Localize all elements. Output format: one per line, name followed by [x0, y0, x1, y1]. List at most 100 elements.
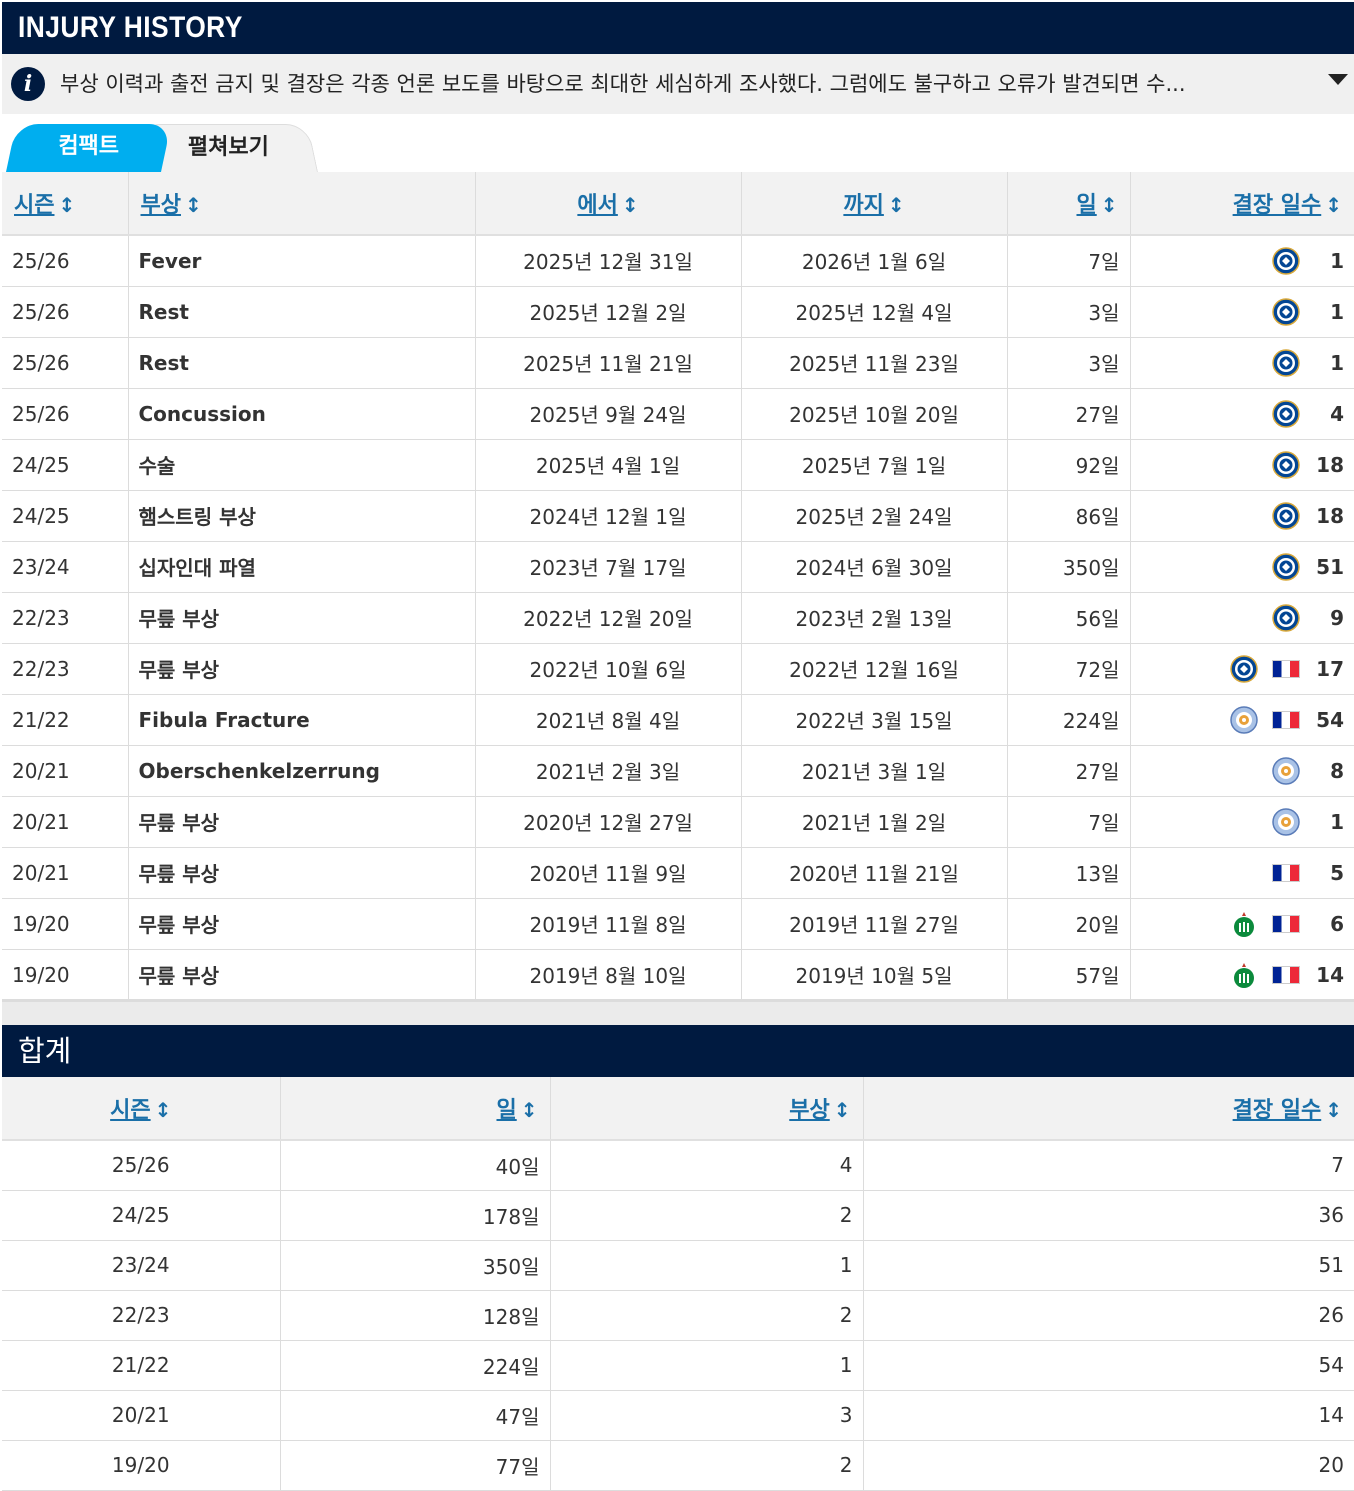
games-missed-cell: 7	[863, 1140, 1354, 1191]
chelsea-crest-icon[interactable]	[1272, 501, 1300, 530]
from-date-cell: 2025년 12월 31일	[475, 235, 742, 287]
france-flag-icon[interactable]	[1272, 710, 1300, 729]
season-cell: 21/22	[2, 1340, 281, 1391]
until-date-cell: 2020년 11월 21일	[741, 847, 1008, 899]
from-date-cell: 2020년 12월 27일	[475, 796, 742, 848]
chelsea-crest-icon[interactable]	[1272, 348, 1300, 377]
chelsea-crest-icon[interactable]	[1272, 450, 1300, 479]
summary-title: 합계	[18, 1034, 72, 1068]
sort-season-header[interactable]: 시즌 ↕	[2, 1077, 281, 1141]
injury-cell: 무릎 부상	[128, 592, 476, 644]
leicester-crest-icon[interactable]	[1272, 756, 1300, 785]
games-missed-cell: 1	[1130, 286, 1354, 338]
sort-injury-header[interactable]: 부상 ↕	[128, 172, 476, 236]
chelsea-crest-icon[interactable]	[1272, 399, 1300, 428]
info-text: 부상 이력과 출전 금지 및 결장은 각종 언론 보도를 바탕으로 최대한 세심…	[60, 72, 1186, 96]
games-missed-cell: 1	[1130, 235, 1354, 287]
games-missed-count: 1	[1330, 350, 1344, 375]
summary-row: 22/23 128일 2 26	[2, 1290, 1354, 1341]
until-date-cell: 2025년 10월 20일	[741, 388, 1008, 440]
days-cell: 27일	[1007, 745, 1131, 797]
sort-arrows-icon: ↕	[1100, 193, 1118, 217]
games-missed-cell: 17	[1130, 643, 1354, 695]
saint-etienne-crest-icon[interactable]	[1230, 910, 1258, 938]
sort-arrows-icon: ↕	[1325, 1098, 1342, 1122]
season-cell: 25/26	[2, 337, 129, 389]
france-flag-icon[interactable]	[1272, 965, 1300, 984]
table-row: 22/23 무릎 부상 2022년 10월 6일 2022년 12월 16일 72일 17	[2, 643, 1354, 695]
france-flag-icon[interactable]	[1272, 863, 1300, 882]
from-date-cell: 2025년 4월 1일	[475, 439, 742, 491]
games-missed-cell: 6	[1130, 898, 1354, 950]
days-cell: 56일	[1007, 592, 1131, 644]
days-cell: 13일	[1007, 847, 1131, 899]
chelsea-crest-icon[interactable]	[1272, 603, 1300, 632]
sort-games-missed-header[interactable]: 결장 일수 ↕	[863, 1077, 1354, 1141]
injury-cell: Fibula Fracture	[128, 694, 476, 746]
table-row: 20/21 무릎 부상 2020년 12월 27일 2021년 1월 2일 7일 1	[2, 796, 1354, 848]
injury-history-header: INJURY HISTORY	[2, 2, 1354, 54]
games-missed-count: 8	[1330, 758, 1344, 783]
until-date-cell: 2022년 3월 15일	[741, 694, 1008, 746]
games-missed-cell: 1	[1130, 796, 1354, 848]
table-row: 24/25 햄스트링 부상 2024년 12월 1일 2025년 2월 24일 86일 1…	[2, 490, 1354, 542]
france-flag-icon[interactable]	[1272, 659, 1300, 678]
games-missed-cell: 54	[1130, 694, 1354, 746]
chevron-down-icon[interactable]	[1328, 74, 1348, 85]
games-missed-cell: 51	[1130, 541, 1354, 593]
summary-row: 24/25 178일 2 36	[2, 1190, 1354, 1241]
season-cell: 21/22	[2, 694, 129, 746]
chelsea-crest-icon[interactable]	[1272, 247, 1300, 275]
injuries-count-cell: 1	[550, 1240, 864, 1291]
injuries-count-cell: 3	[550, 1390, 864, 1441]
table-row: 25/26 Fever 2025년 12월 31일 2026년 1월 6일 7일 1	[2, 235, 1354, 287]
season-cell: 22/23	[2, 1290, 281, 1341]
until-date-cell: 2025년 2월 24일	[741, 490, 1008, 542]
games-missed-count: 18	[1316, 452, 1344, 477]
until-date-cell: 2022년 12월 16일	[741, 643, 1008, 695]
chelsea-crest-icon[interactable]	[1272, 297, 1300, 326]
table-header-row: 시즌 ↕ 일 ↕ 부상 ↕ 결장 일수 ↕	[2, 1077, 1354, 1141]
sort-days-header[interactable]: 일 ↕	[1007, 172, 1131, 236]
leicester-crest-icon[interactable]	[1272, 807, 1300, 836]
days-cell: 7일	[1007, 235, 1131, 287]
sort-arrows-icon: ↕	[887, 193, 905, 217]
table-row: 20/21 무릎 부상 2020년 11월 9일 2020년 11월 21일 13일 5	[2, 847, 1354, 899]
summary-row: 19/20 77일 2 20	[2, 1440, 1354, 1491]
injury-table: 시즌 ↕ 부상 ↕ 에서 ↕ 까지 ↕ 일 ↕ 결장 일수 ↕ 25/26 Fever 2025…	[2, 172, 1354, 1001]
tab-compact[interactable]: 컴팩트	[6, 124, 172, 172]
games-missed-count: 51	[1316, 554, 1344, 579]
injury-cell: 무릎 부상	[128, 796, 476, 848]
injury-cell: Rest	[128, 286, 476, 338]
sort-from-header[interactable]: 에서 ↕	[475, 172, 742, 236]
games-missed-cell: 8	[1130, 745, 1354, 797]
days-cell: 47일	[280, 1390, 551, 1441]
saint-etienne-crest-icon[interactable]	[1230, 961, 1258, 989]
games-missed-count: 1	[1330, 809, 1344, 834]
injury-cell: Rest	[128, 337, 476, 389]
days-cell: 40일	[280, 1140, 551, 1191]
games-missed-cell: 9	[1130, 592, 1354, 644]
info-banner[interactable]: i 부상 이력과 출전 금지 및 결장은 각종 언론 보도를 바탕으로 최대한 …	[2, 54, 1354, 114]
games-missed-count: 9	[1330, 605, 1344, 630]
sort-arrows-icon: ↕	[621, 193, 639, 217]
season-cell: 20/21	[2, 745, 129, 797]
from-date-cell: 2021년 2월 3일	[475, 745, 742, 797]
sort-until-header[interactable]: 까지 ↕	[741, 172, 1008, 236]
sort-season-header[interactable]: 시즌 ↕	[2, 172, 129, 236]
days-cell: 350일	[1007, 541, 1131, 593]
france-flag-icon[interactable]	[1272, 914, 1300, 933]
season-cell: 19/20	[2, 898, 129, 950]
injuries-count-cell: 4	[550, 1140, 864, 1191]
until-date-cell: 2025년 7월 1일	[741, 439, 1008, 491]
sort-arrows-icon: ↕	[184, 193, 202, 217]
from-date-cell: 2022년 10월 6일	[475, 643, 742, 695]
sort-days-header[interactable]: 일 ↕	[280, 1077, 551, 1141]
chelsea-crest-icon[interactable]	[1230, 654, 1258, 683]
from-date-cell: 2023년 7월 17일	[475, 541, 742, 593]
chelsea-crest-icon[interactable]	[1272, 552, 1300, 581]
leicester-crest-icon[interactable]	[1230, 705, 1258, 734]
season-cell: 23/24	[2, 1240, 281, 1291]
sort-games-missed-header[interactable]: 결장 일수 ↕	[1130, 172, 1354, 236]
sort-injuries-header[interactable]: 부상 ↕	[550, 1077, 864, 1141]
